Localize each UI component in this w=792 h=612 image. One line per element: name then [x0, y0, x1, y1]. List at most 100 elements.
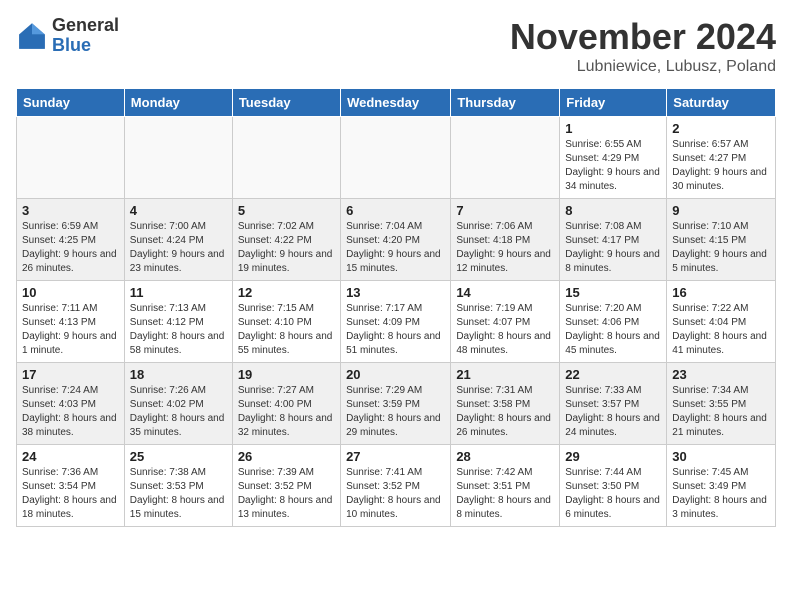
day-number: 4	[130, 203, 227, 218]
calendar-day-cell: 4 Sunrise: 7:00 AM Sunset: 4:24 PM Daylig…	[124, 199, 232, 281]
calendar-day-cell: 19 Sunrise: 7:27 AM Sunset: 4:00 PM Dayli…	[232, 363, 340, 445]
day-number: 13	[346, 285, 445, 300]
day-number: 14	[456, 285, 554, 300]
calendar-day-cell: 17 Sunrise: 7:24 AM Sunset: 4:03 PM Dayli…	[17, 363, 125, 445]
weekday-header-monday: Monday	[124, 89, 232, 117]
logo-text: General Blue	[52, 16, 119, 56]
day-info: Sunrise: 7:26 AM Sunset: 4:02 PM Dayligh…	[130, 384, 227, 440]
day-number: 19	[238, 367, 335, 382]
day-number: 24	[22, 449, 119, 464]
calendar-day-cell: 24 Sunrise: 7:36 AM Sunset: 3:54 PM Dayli…	[17, 445, 125, 527]
day-number: 15	[565, 285, 661, 300]
weekday-header-thursday: Thursday	[451, 89, 560, 117]
calendar-day-cell: 25Sunrise: 7:38 AM Sunset: 3:53 PM Dayli…	[124, 445, 232, 527]
day-info: Sunrise: 6:57 AM Sunset: 4:27 PM Dayligh…	[672, 138, 770, 194]
day-info: Sunrise: 6:55 AM Sunset: 4:29 PM Dayligh…	[565, 138, 661, 194]
day-info: Sunrise: 7:31 AM Sunset: 3:58 PM Dayligh…	[456, 384, 554, 440]
calendar-week-row: 24 Sunrise: 7:36 AM Sunset: 3:54 PM Dayli…	[17, 445, 776, 527]
day-info: Sunrise: 7:10 AM Sunset: 4:15 PM Dayligh…	[672, 220, 770, 276]
calendar-day-cell: 16Sunrise: 7:22 AM Sunset: 4:04 PM Dayli…	[667, 281, 776, 363]
day-number: 9	[672, 203, 770, 218]
day-number: 10	[22, 285, 119, 300]
day-info: Sunrise: 7:27 AM Sunset: 4:00 PM Dayligh…	[238, 384, 335, 440]
day-number: 1	[565, 121, 661, 136]
day-number: 2	[672, 121, 770, 136]
calendar-day-cell: 2 Sunrise: 6:57 AM Sunset: 4:27 PM Daylig…	[667, 117, 776, 199]
day-info: Sunrise: 7:39 AM Sunset: 3:52 PM Dayligh…	[238, 466, 335, 522]
day-number: 20	[346, 367, 445, 382]
calendar-day-cell: 10 Sunrise: 7:11 AM Sunset: 4:13 PM Dayli…	[17, 281, 125, 363]
calendar-day-cell: 27 Sunrise: 7:41 AM Sunset: 3:52 PM Dayli…	[341, 445, 451, 527]
logo: General Blue	[16, 16, 119, 56]
day-number: 28	[456, 449, 554, 464]
calendar-day-cell: 22 Sunrise: 7:33 AM Sunset: 3:57 PM Dayli…	[560, 363, 667, 445]
calendar-day-cell	[341, 117, 451, 199]
calendar-day-cell: 13 Sunrise: 7:17 AM Sunset: 4:09 PM Dayli…	[341, 281, 451, 363]
day-info: Sunrise: 7:04 AM Sunset: 4:20 PM Dayligh…	[346, 220, 445, 276]
day-number: 26	[238, 449, 335, 464]
month-title: November 2024	[510, 16, 776, 58]
calendar-day-cell: 30Sunrise: 7:45 AM Sunset: 3:49 PM Dayli…	[667, 445, 776, 527]
logo-general-text: General	[52, 16, 119, 36]
day-number: 3	[22, 203, 119, 218]
page-header: General Blue November 2024 Lubniewice, L…	[16, 16, 776, 76]
calendar-day-cell: 8Sunrise: 7:08 AM Sunset: 4:17 PM Daylig…	[560, 199, 667, 281]
logo-icon	[16, 20, 48, 52]
weekday-header-wednesday: Wednesday	[341, 89, 451, 117]
day-info: Sunrise: 7:17 AM Sunset: 4:09 PM Dayligh…	[346, 302, 445, 358]
calendar-day-cell: 28 Sunrise: 7:42 AM Sunset: 3:51 PM Dayli…	[451, 445, 560, 527]
calendar-day-cell: 7 Sunrise: 7:06 AM Sunset: 4:18 PM Daylig…	[451, 199, 560, 281]
calendar-table: SundayMondayTuesdayWednesdayThursdayFrid…	[16, 88, 776, 527]
day-number: 30	[672, 449, 770, 464]
logo-blue-text: Blue	[52, 36, 119, 56]
day-number: 7	[456, 203, 554, 218]
day-number: 18	[130, 367, 227, 382]
day-info: Sunrise: 7:41 AM Sunset: 3:52 PM Dayligh…	[346, 466, 445, 522]
day-info: Sunrise: 7:06 AM Sunset: 4:18 PM Dayligh…	[456, 220, 554, 276]
day-number: 27	[346, 449, 445, 464]
calendar-day-cell: 23 Sunrise: 7:34 AM Sunset: 3:55 PM Dayli…	[667, 363, 776, 445]
day-info: Sunrise: 7:42 AM Sunset: 3:51 PM Dayligh…	[456, 466, 554, 522]
day-number: 17	[22, 367, 119, 382]
day-info: Sunrise: 7:36 AM Sunset: 3:54 PM Dayligh…	[22, 466, 119, 522]
calendar-day-cell: 29 Sunrise: 7:44 AM Sunset: 3:50 PM Dayli…	[560, 445, 667, 527]
day-info: Sunrise: 7:19 AM Sunset: 4:07 PM Dayligh…	[456, 302, 554, 358]
day-number: 22	[565, 367, 661, 382]
calendar-week-row: 17 Sunrise: 7:24 AM Sunset: 4:03 PM Dayli…	[17, 363, 776, 445]
calendar-day-cell: 14 Sunrise: 7:19 AM Sunset: 4:07 PM Dayli…	[451, 281, 560, 363]
day-info: Sunrise: 7:29 AM Sunset: 3:59 PM Dayligh…	[346, 384, 445, 440]
day-info: Sunrise: 7:15 AM Sunset: 4:10 PM Dayligh…	[238, 302, 335, 358]
day-info: Sunrise: 7:24 AM Sunset: 4:03 PM Dayligh…	[22, 384, 119, 440]
calendar-week-row: 10 Sunrise: 7:11 AM Sunset: 4:13 PM Dayli…	[17, 281, 776, 363]
calendar-day-cell: 18 Sunrise: 7:26 AM Sunset: 4:02 PM Dayli…	[124, 363, 232, 445]
weekday-header-row: SundayMondayTuesdayWednesdayThursdayFrid…	[17, 89, 776, 117]
day-info: Sunrise: 6:59 AM Sunset: 4:25 PM Dayligh…	[22, 220, 119, 276]
day-number: 5	[238, 203, 335, 218]
day-info: Sunrise: 7:13 AM Sunset: 4:12 PM Dayligh…	[130, 302, 227, 358]
day-number: 21	[456, 367, 554, 382]
calendar-day-cell: 11 Sunrise: 7:13 AM Sunset: 4:12 PM Dayli…	[124, 281, 232, 363]
calendar-day-cell	[17, 117, 125, 199]
day-info: Sunrise: 7:44 AM Sunset: 3:50 PM Dayligh…	[565, 466, 661, 522]
day-info: Sunrise: 7:33 AM Sunset: 3:57 PM Dayligh…	[565, 384, 661, 440]
calendar-day-cell: 1 Sunrise: 6:55 AM Sunset: 4:29 PM Daylig…	[560, 117, 667, 199]
weekday-header-tuesday: Tuesday	[232, 89, 340, 117]
calendar-day-cell: 21 Sunrise: 7:31 AM Sunset: 3:58 PM Dayli…	[451, 363, 560, 445]
calendar-day-cell: 26 Sunrise: 7:39 AM Sunset: 3:52 PM Dayli…	[232, 445, 340, 527]
day-number: 11	[130, 285, 227, 300]
day-info: Sunrise: 7:34 AM Sunset: 3:55 PM Dayligh…	[672, 384, 770, 440]
weekday-header-sunday: Sunday	[17, 89, 125, 117]
calendar-day-cell: 15Sunrise: 7:20 AM Sunset: 4:06 PM Dayli…	[560, 281, 667, 363]
day-number: 23	[672, 367, 770, 382]
calendar-day-cell: 9 Sunrise: 7:10 AM Sunset: 4:15 PM Daylig…	[667, 199, 776, 281]
calendar-day-cell: 12 Sunrise: 7:15 AM Sunset: 4:10 PM Dayli…	[232, 281, 340, 363]
day-info: Sunrise: 7:00 AM Sunset: 4:24 PM Dayligh…	[130, 220, 227, 276]
day-info: Sunrise: 7:08 AM Sunset: 4:17 PM Dayligh…	[565, 220, 661, 276]
day-info: Sunrise: 7:11 AM Sunset: 4:13 PM Dayligh…	[22, 302, 119, 358]
day-number: 12	[238, 285, 335, 300]
calendar-week-row: 3 Sunrise: 6:59 AM Sunset: 4:25 PM Daylig…	[17, 199, 776, 281]
weekday-header-friday: Friday	[560, 89, 667, 117]
calendar-day-cell: 5Sunrise: 7:02 AM Sunset: 4:22 PM Daylig…	[232, 199, 340, 281]
day-number: 29	[565, 449, 661, 464]
calendar-day-cell	[232, 117, 340, 199]
